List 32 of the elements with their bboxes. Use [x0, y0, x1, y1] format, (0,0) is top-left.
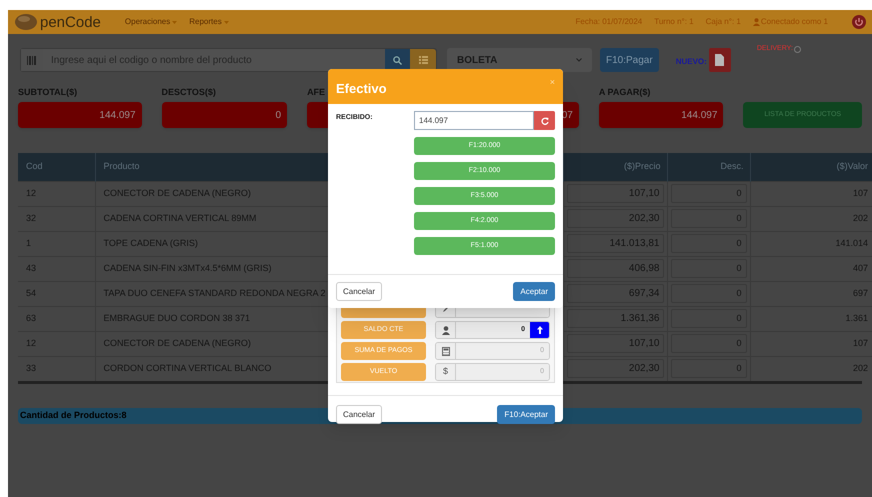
total-value: 0 — [162, 102, 288, 128]
column-header: Producto — [95, 153, 328, 181]
new-document-button[interactable] — [708, 48, 731, 72]
column-header: ($)Valor — [750, 153, 872, 181]
accept-button[interactable]: Aceptar — [513, 282, 555, 301]
column-header: Desc. — [667, 153, 750, 181]
delivery-checkbox[interactable] — [794, 46, 801, 53]
cancel-button[interactable]: Cancelar — [336, 405, 382, 424]
new-label: NUEVO: — [676, 56, 707, 68]
product-count: Cantidad de Productos:8 — [20, 409, 127, 422]
total-value: 144.097 — [18, 102, 142, 128]
refresh-icon — [540, 116, 548, 124]
user-icon — [752, 18, 760, 26]
nav-menu[interactable]: Reportes — [189, 16, 229, 28]
received-amount-field[interactable]: 144.097 — [414, 111, 534, 130]
power-icon[interactable] — [852, 15, 866, 29]
globe-logo-icon — [14, 13, 38, 31]
cancel-button[interactable]: Cancelar — [336, 282, 382, 301]
dropdown-caret-icon — [576, 58, 582, 62]
brand-name: penCode — [40, 14, 101, 30]
refresh-button[interactable] — [534, 111, 555, 130]
column-header: Cod — [18, 153, 95, 181]
caret-icon — [172, 20, 178, 24]
nav-menu[interactable]: Operaciones — [124, 16, 178, 28]
close-button[interactable]: × — [550, 76, 555, 90]
caret-icon — [224, 20, 229, 24]
dialog-title: Efectivo — [336, 80, 387, 98]
column-header: ($)Precio — [563, 153, 667, 181]
total-value: 144.097 — [598, 102, 724, 128]
file-icon — [715, 54, 724, 66]
accept-button[interactable]: F10:Aceptar — [497, 405, 555, 424]
pay-button[interactable]: F10:Pagar — [600, 48, 659, 72]
